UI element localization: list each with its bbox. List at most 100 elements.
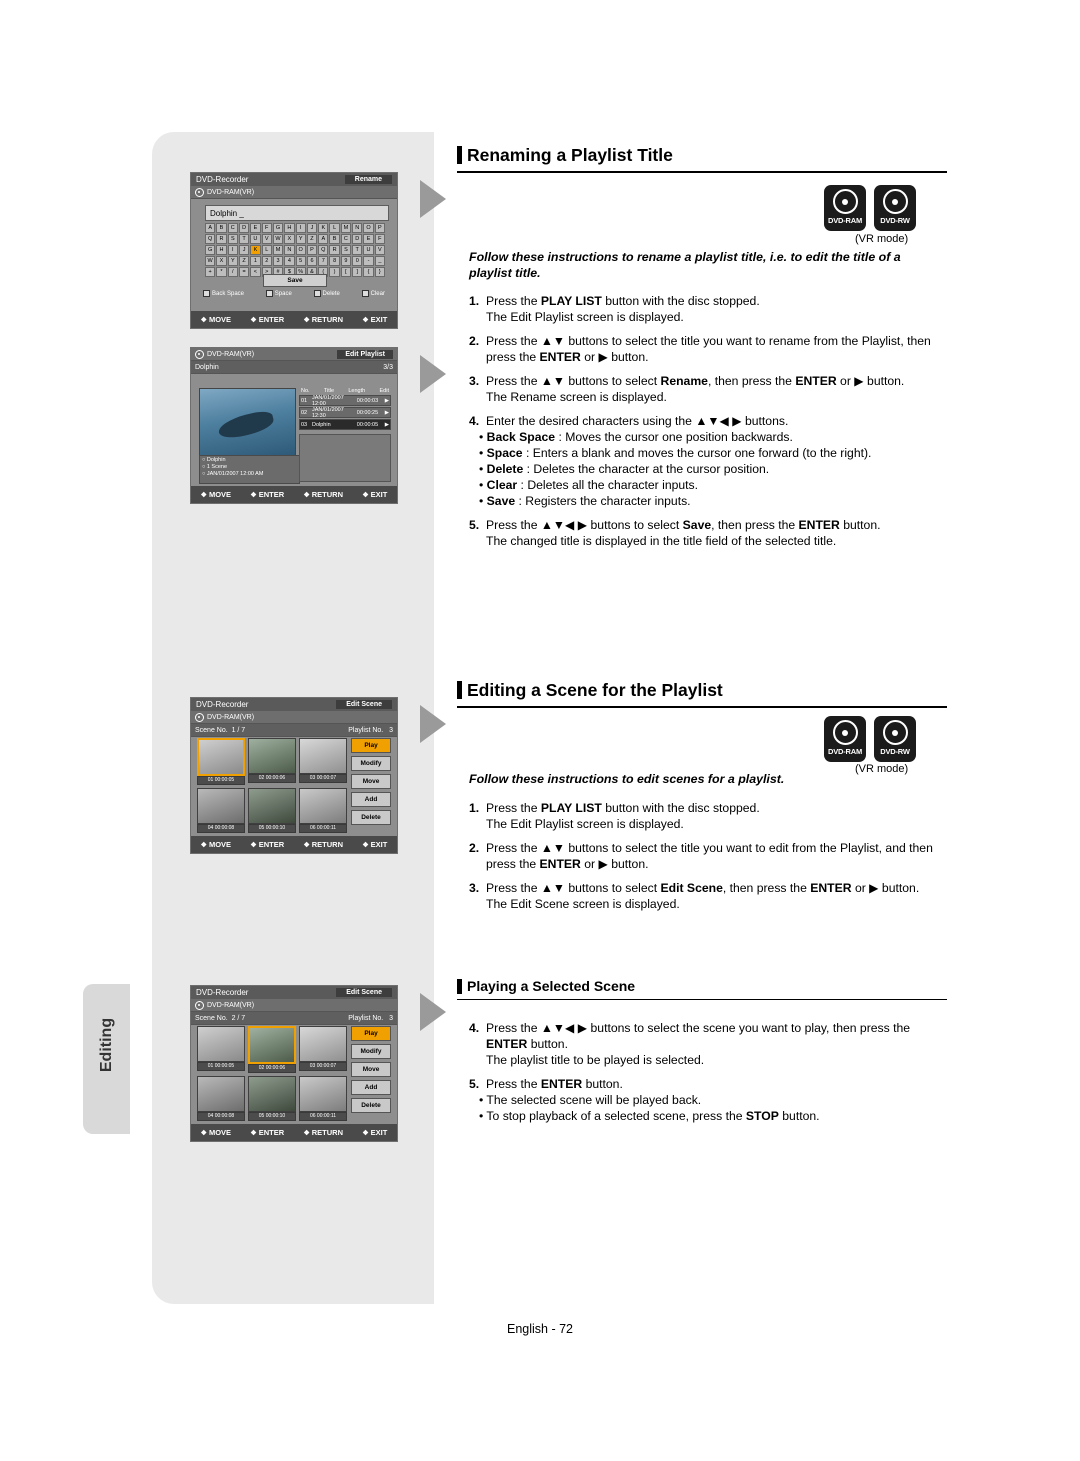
key-9[interactable]: 9: [340, 256, 352, 266]
key-w[interactable]: W: [272, 234, 284, 244]
key-t[interactable]: T: [238, 234, 250, 244]
key-u[interactable]: U: [250, 234, 261, 244]
key-s[interactable]: S: [227, 234, 238, 244]
key-a[interactable]: A: [205, 223, 216, 233]
key-k[interactable]: K: [318, 223, 329, 233]
playlist-table[interactable]: No. Title Length Edit 01 JAN/01/2007 12:00 00:…: [299, 388, 391, 431]
key-n[interactable]: N: [352, 223, 363, 233]
key-x[interactable]: X: [216, 256, 227, 266]
key-_[interactable]: _: [374, 256, 385, 266]
table-row[interactable]: 03 Dolphin 00:00:05 ▶: [299, 419, 391, 430]
key-l[interactable]: L: [329, 223, 340, 233]
key-m[interactable]: M: [340, 223, 352, 233]
table-row[interactable]: 01 JAN/01/2007 12:00 00:00:03 ▶: [299, 395, 391, 407]
key-h[interactable]: H: [284, 223, 295, 233]
key-p[interactable]: P: [374, 223, 385, 233]
key-a[interactable]: A: [318, 234, 329, 244]
key-v[interactable]: V: [374, 245, 385, 255]
key-v[interactable]: V: [261, 234, 272, 244]
key-x[interactable]: X: [284, 234, 295, 244]
key-c[interactable]: C: [227, 223, 238, 233]
cell-edit-arrow[interactable]: ▶: [385, 410, 389, 416]
scene-cell[interactable]: 04 00:00:08: [197, 1076, 245, 1121]
scene-cell[interactable]: 06 00:00:11: [299, 788, 347, 833]
key-z[interactable]: Z: [238, 256, 250, 266]
key-y[interactable]: Y: [295, 234, 306, 244]
key-*[interactable]: *: [216, 267, 227, 277]
key-7[interactable]: 7: [318, 256, 329, 266]
key-d[interactable]: D: [238, 223, 250, 233]
key-}[interactable]: }: [374, 267, 385, 277]
scene-buttons-1[interactable]: Play Modify Move Add Delete: [351, 738, 391, 828]
key-w[interactable]: W: [205, 256, 216, 266]
scene-button-play[interactable]: Play: [351, 1026, 391, 1041]
key-s[interactable]: S: [340, 245, 352, 255]
scene-button-add[interactable]: Add: [351, 1080, 391, 1095]
key-j[interactable]: J: [306, 223, 318, 233]
scene-cell[interactable]: 01 00:00:05: [197, 738, 245, 785]
key-{[interactable]: {: [363, 267, 374, 277]
scene-button-modify[interactable]: Modify: [351, 756, 391, 771]
osd-save-button[interactable]: Save: [263, 274, 327, 287]
key-5[interactable]: 5: [295, 256, 306, 266]
scene-button-move[interactable]: Move: [351, 1062, 391, 1077]
key-=[interactable]: =: [238, 267, 250, 277]
key-d[interactable]: D: [352, 234, 363, 244]
scene-cell[interactable]: 03 00:00:07: [299, 738, 347, 785]
scene-grid-1[interactable]: 01 00:00:05 02 00:00:06 03 00:00:07 04 00:0…: [197, 738, 349, 836]
key-q[interactable]: Q: [205, 234, 216, 244]
key-0[interactable]: 0: [352, 256, 363, 266]
key-u[interactable]: U: [363, 245, 374, 255]
on-screen-keyboard[interactable]: ABCDEFGHIJKLMNOPQRSTUVWXYZABCDEFGHIJKLMN…: [205, 223, 385, 278]
key-l[interactable]: L: [261, 245, 272, 255]
key-t[interactable]: T: [352, 245, 363, 255]
key-n[interactable]: N: [284, 245, 295, 255]
key-/[interactable]: /: [227, 267, 238, 277]
scene-button-add[interactable]: Add: [351, 792, 391, 807]
key-4[interactable]: 4: [284, 256, 295, 266]
key-p[interactable]: P: [306, 245, 318, 255]
scene-button-delete[interactable]: Delete: [351, 1098, 391, 1113]
key-8[interactable]: 8: [329, 256, 340, 266]
scene-button-play[interactable]: Play: [351, 738, 391, 753]
key-k[interactable]: K: [250, 245, 261, 255]
key-f[interactable]: F: [374, 234, 385, 244]
key-e[interactable]: E: [363, 234, 374, 244]
key-][interactable]: ]: [352, 267, 363, 277]
key-6[interactable]: 6: [306, 256, 318, 266]
key-c[interactable]: C: [340, 234, 352, 244]
key-r[interactable]: R: [216, 234, 227, 244]
key-b[interactable]: B: [216, 223, 227, 233]
key-h[interactable]: H: [216, 245, 227, 255]
scene-cell[interactable]: 02 00:00:06: [248, 738, 296, 785]
key-i[interactable]: I: [295, 223, 306, 233]
key-j[interactable]: J: [238, 245, 250, 255]
scene-cell[interactable]: 06 00:00:11: [299, 1076, 347, 1121]
key-3[interactable]: 3: [272, 256, 284, 266]
scene-cell[interactable]: 01 00:00:05: [197, 1026, 245, 1073]
key-)[interactable]: ): [329, 267, 340, 277]
scene-cell[interactable]: 04 00:00:08: [197, 788, 245, 833]
scene-buttons-2[interactable]: Play Modify Move Add Delete: [351, 1026, 391, 1116]
scene-cell[interactable]: 05 00:00:10: [248, 788, 296, 833]
scene-cell[interactable]: 02 00:00:06: [248, 1026, 296, 1073]
scene-cell[interactable]: 03 00:00:07: [299, 1026, 347, 1073]
key-2[interactable]: 2: [261, 256, 272, 266]
key-o[interactable]: O: [363, 223, 374, 233]
scene-button-move[interactable]: Move: [351, 774, 391, 789]
key-+[interactable]: +: [205, 267, 216, 277]
table-row[interactable]: 02 JAN/01/2007 12:30 00:00:25 ▶: [299, 407, 391, 419]
key-o[interactable]: O: [295, 245, 306, 255]
key-1[interactable]: 1: [250, 256, 261, 266]
key-[[interactable]: [: [340, 267, 352, 277]
cell-edit-arrow[interactable]: ▶: [385, 422, 389, 428]
key-b[interactable]: B: [329, 234, 340, 244]
key-z[interactable]: Z: [306, 234, 318, 244]
key-f[interactable]: F: [261, 223, 272, 233]
rename-text-field[interactable]: Dolphin _: [205, 205, 389, 221]
scene-button-modify[interactable]: Modify: [351, 1044, 391, 1059]
key-i[interactable]: I: [227, 245, 238, 255]
key-g[interactable]: G: [205, 245, 216, 255]
key-m[interactable]: M: [272, 245, 284, 255]
scene-cell[interactable]: 05 00:00:10: [248, 1076, 296, 1121]
